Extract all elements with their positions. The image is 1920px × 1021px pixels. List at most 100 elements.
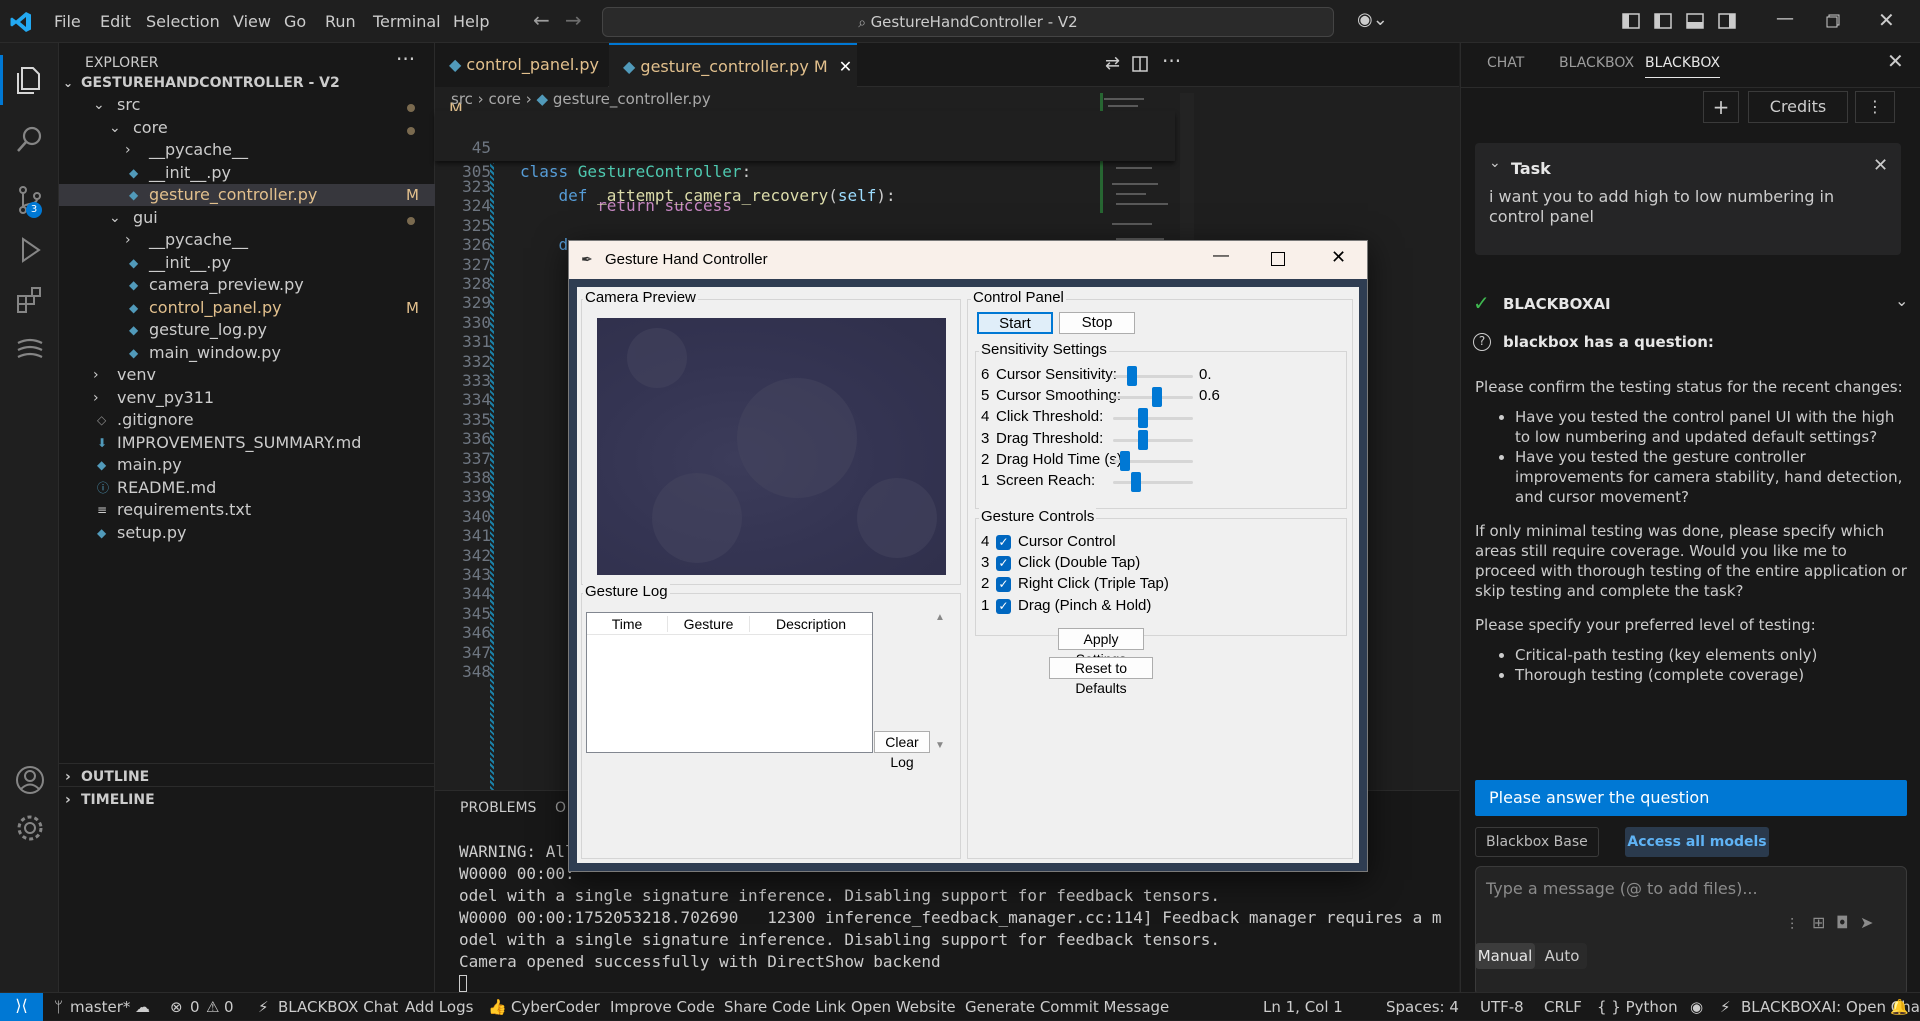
tab-control-panel[interactable]: ◆ control_panel.py M	[435, 43, 608, 118]
access-all-models-button[interactable]: Access all models	[1625, 827, 1769, 857]
close-tab-icon[interactable]: ✕	[839, 57, 852, 76]
restore-icon[interactable]	[1826, 14, 1840, 28]
tree-item[interactable]: ⌄ src	[59, 94, 435, 116]
copilot-icon[interactable]: ◉⌄	[1357, 9, 1388, 30]
scroll-down-icon[interactable]: ▼	[935, 740, 945, 751]
tk-maximize-icon[interactable]	[1271, 252, 1285, 266]
sync-icon[interactable]: ☁	[135, 998, 150, 1016]
status-improve-code[interactable]: Improve Code	[610, 998, 715, 1016]
editor-more-icon[interactable]: ···	[1162, 49, 1181, 73]
warning-count[interactable]: 0	[224, 998, 234, 1016]
copilot-status-icon[interactable]: ◉	[1690, 998, 1703, 1016]
breadcrumb-core[interactable]: core	[488, 90, 521, 108]
stop-button[interactable]: Stop	[1059, 312, 1135, 334]
more-actions-icon[interactable]: ···	[396, 47, 415, 71]
new-chat-button[interactable]: +	[1703, 91, 1739, 123]
close-window-icon[interactable]: ✕	[1878, 8, 1895, 32]
remote-icon[interactable]: ⟩⟨	[0, 993, 43, 1021]
tk-close-icon[interactable]: ✕	[1331, 247, 1346, 268]
line-ending[interactable]: CRLF	[1544, 998, 1582, 1016]
blackbox-icon[interactable]	[13, 333, 47, 367]
log-table[interactable]: Time Gesture Description	[586, 612, 873, 753]
checkbox-row[interactable]: 2 ✓ Right Click (Triple Tap)	[981, 575, 1341, 597]
breadcrumb-src[interactable]: src	[451, 90, 473, 108]
tree-item[interactable]: ≡ requirements.txt	[59, 499, 435, 521]
add-folder-icon[interactable]: ⊞	[1812, 913, 1825, 932]
tk-minimize-icon[interactable]: —	[1213, 247, 1229, 265]
tree-item[interactable]: ◆ control_panel.py M	[59, 297, 435, 319]
scroll-up-icon[interactable]: ▲	[935, 612, 945, 623]
tree-item[interactable]: › __pycache__	[59, 229, 435, 251]
status-add-logs[interactable]: Add Logs	[405, 998, 473, 1016]
settings-gear-icon[interactable]	[13, 811, 47, 845]
slider-thumb[interactable]	[1130, 472, 1141, 492]
tree-item[interactable]: ⬇ IMPROVEMENTS_SUMMARY.md	[59, 432, 435, 454]
menu-go[interactable]: Go	[284, 12, 306, 31]
status-cybercoder[interactable]: CyberCoder	[511, 998, 600, 1016]
tree-item[interactable]: ◆ __init__.py	[59, 162, 435, 184]
close-task-icon[interactable]: ✕	[1873, 155, 1888, 176]
workspace-root[interactable]: ⌄ GESTUREHANDCONTROLLER - V2	[59, 70, 435, 97]
tab-blackbox-1[interactable]: BLACKBOX	[1559, 55, 1634, 71]
cursor-position[interactable]: Ln 1, Col 1	[1263, 998, 1343, 1016]
checkbox-checked-icon[interactable]: ✓	[996, 577, 1011, 593]
checkbox-checked-icon[interactable]: ✓	[996, 535, 1011, 550]
chevron-down-icon[interactable]: ⌄	[1489, 155, 1501, 171]
log-scrollbar[interactable]: ▲ ▼	[932, 612, 950, 753]
log-col-gesture[interactable]: Gesture	[668, 616, 750, 632]
notifications-icon[interactable]: 🔔	[1890, 998, 1909, 1016]
menu-selection[interactable]: Selection	[146, 12, 220, 31]
slider-track[interactable]	[1113, 438, 1193, 442]
tree-item[interactable]: › venv	[59, 364, 435, 386]
status-open-website[interactable]: Open Website	[851, 998, 956, 1016]
checkbox-checked-icon[interactable]: ✓	[996, 598, 1011, 614]
status-generate-commit[interactable]: Generate Commit Message	[965, 998, 1169, 1016]
tree-item[interactable]: › venv_py311	[59, 387, 435, 409]
tab-output[interactable]: O	[555, 800, 566, 816]
split-editor-icon[interactable]	[1132, 56, 1148, 72]
camera-icon[interactable]: ◘	[1836, 913, 1849, 932]
command-center[interactable]: ⌕ GestureHandController - V2	[602, 7, 1334, 37]
apply-settings-button[interactable]: Apply Settings	[1058, 628, 1144, 667]
tree-item[interactable]: ◆ setup.py	[59, 522, 435, 544]
account-icon[interactable]	[13, 763, 47, 797]
menu-terminal[interactable]: Terminal	[373, 12, 441, 31]
slider-track[interactable]	[1113, 417, 1193, 421]
tree-item[interactable]: ◆ gesture_controller.py M	[59, 184, 435, 206]
sticky-line-def[interactable]: 305 def _attempt_camera_recovery(self):	[435, 136, 1175, 205]
chevron-down-icon[interactable]: ⌄	[1895, 291, 1908, 310]
slider-thumb[interactable]	[1120, 450, 1130, 471]
tree-item[interactable]: › __pycache__	[59, 139, 435, 161]
chat-more-button[interactable]: ⋮	[1855, 91, 1895, 123]
git-branch[interactable]: master*	[70, 998, 130, 1016]
send-icon[interactable]: ➤	[1860, 913, 1873, 932]
message-input[interactable]: Type a message (@ to add files)... ⫶ ⊞ ◘…	[1475, 866, 1907, 996]
reset-defaults-button[interactable]: Reset to Defaults	[1049, 657, 1153, 696]
tab-chat[interactable]: CHAT	[1487, 55, 1524, 71]
timeline-section[interactable]: › TIMELINE	[59, 786, 435, 813]
checkbox-row[interactable]: 4 ✓ Cursor Control	[981, 533, 1341, 555]
tree-item[interactable]: ◆ main.py	[59, 454, 435, 476]
search-activity-icon[interactable]	[13, 123, 47, 157]
slider-track[interactable]	[1113, 375, 1193, 378]
log-col-time[interactable]: Time	[587, 616, 668, 632]
toggle-panel-icon[interactable]	[1686, 13, 1704, 29]
tree-item[interactable]: ◆ camera_preview.py	[59, 274, 435, 296]
mode-auto[interactable]: Auto	[1539, 943, 1585, 969]
tab-blackbox-2[interactable]: BLACKBOX	[1645, 55, 1721, 78]
close-sidebar-icon[interactable]: ✕	[1887, 49, 1904, 73]
indentation[interactable]: Spaces: 4	[1386, 998, 1459, 1016]
credits-button[interactable]: Credits	[1748, 91, 1848, 123]
language-mode[interactable]: { } Python	[1597, 998, 1678, 1016]
slider-thumb[interactable]	[1127, 366, 1137, 386]
tree-item[interactable]: ◇ .gitignore	[59, 409, 435, 431]
extensions-icon[interactable]	[13, 283, 47, 317]
breadcrumb-file[interactable]: gesture_controller.py	[553, 90, 711, 108]
start-button[interactable]: Start	[977, 312, 1053, 334]
error-count[interactable]: 0	[190, 998, 200, 1016]
slider-track[interactable]	[1113, 481, 1193, 484]
compare-icon[interactable]: ⇄	[1105, 53, 1120, 74]
tab-gesture-controller[interactable]: ◆ gesture_controller.py M ✕	[609, 43, 857, 87]
clear-log-button[interactable]: Clear Log	[874, 731, 930, 770]
model-select[interactable]: Blackbox Base ⌄	[1475, 827, 1599, 878]
